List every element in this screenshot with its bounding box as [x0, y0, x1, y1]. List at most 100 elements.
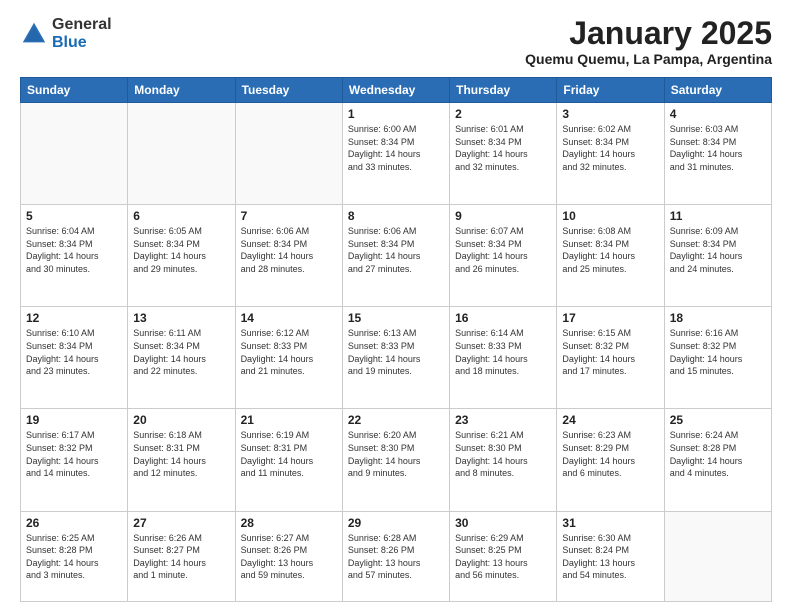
day-info-3-6: Sunrise: 6:24 AMSunset: 8:28 PMDaylight:…: [670, 429, 766, 479]
day-number-1-4: 9: [455, 209, 551, 223]
page: General Blue January 2025 Quemu Quemu, L…: [0, 0, 792, 612]
day-number-2-6: 18: [670, 311, 766, 325]
day-number-3-6: 25: [670, 413, 766, 427]
calendar-cell-3-5: 24 Sunrise: 6:23 AMSunset: 8:29 PMDayligh…: [557, 409, 664, 511]
day-number-1-1: 6: [133, 209, 229, 223]
day-number-1-0: 5: [26, 209, 122, 223]
calendar-cell-3-2: 21Sunrise: 6:19 AMSunset: 8:31 PMDayligh…: [235, 409, 342, 511]
calendar-cell-2-1: 13 Sunrise: 6:11 AMSunset: 8:34 PMDayligh…: [128, 307, 235, 409]
day-info-4-3: Sunrise: 6:28 AMSunset: 8:26 PMDaylight:…: [348, 532, 444, 582]
day-number-2-0: 12: [26, 311, 122, 325]
day-info-3-1: Sunrise: 6:18 AMSunset: 8:31 PMDaylight:…: [133, 429, 229, 479]
day-info-4-1: Sunrise: 6:26 AMSunset: 8:27 PMDaylight:…: [133, 532, 229, 582]
calendar-cell-0-4: 2 Sunrise: 6:01 AMSunset: 8:34 PMDaylight…: [450, 103, 557, 205]
calendar-cell-2-0: 12 Sunrise: 6:10 AMSunset: 8:34 PMDayligh…: [21, 307, 128, 409]
day-number-3-5: 24: [562, 413, 658, 427]
header-saturday: Saturday: [664, 78, 771, 103]
day-number-0-3: 1: [348, 107, 444, 121]
month-title: January 2025: [525, 16, 772, 51]
day-number-3-3: 22: [348, 413, 444, 427]
logo-blue-text: Blue: [52, 34, 112, 52]
logo-icon: [20, 20, 48, 48]
day-info-3-3: Sunrise: 6:20 AMSunset: 8:30 PMDaylight:…: [348, 429, 444, 479]
day-info-1-5: Sunrise: 6:08 AMSunset: 8:34 PMDaylight:…: [562, 225, 658, 275]
calendar-cell-3-0: 19 Sunrise: 6:17 AMSunset: 8:32 PMDayligh…: [21, 409, 128, 511]
day-number-4-3: 29: [348, 516, 444, 530]
calendar-cell-3-4: 23Sunrise: 6:21 AMSunset: 8:30 PMDayligh…: [450, 409, 557, 511]
week-row-0: 1Sunrise: 6:00 AMSunset: 8:34 PMDaylight…: [21, 103, 772, 205]
header-wednesday: Wednesday: [342, 78, 449, 103]
day-info-0-4: Sunrise: 6:01 AMSunset: 8:34 PMDaylight:…: [455, 123, 551, 173]
calendar-cell-1-3: 8Sunrise: 6:06 AMSunset: 8:34 PMDaylight…: [342, 205, 449, 307]
day-number-1-5: 10: [562, 209, 658, 223]
day-number-3-1: 20: [133, 413, 229, 427]
week-row-3: 19 Sunrise: 6:17 AMSunset: 8:32 PMDayligh…: [21, 409, 772, 511]
calendar-cell-4-4: 30 Sunrise: 6:29 AMSunset: 8:25 PMDayligh…: [450, 511, 557, 602]
day-number-4-5: 31: [562, 516, 658, 530]
header: General Blue January 2025 Quemu Quemu, L…: [20, 16, 772, 67]
calendar-cell-3-1: 20 Sunrise: 6:18 AMSunset: 8:31 PMDayligh…: [128, 409, 235, 511]
calendar-cell-4-0: 26Sunrise: 6:25 AMSunset: 8:28 PMDayligh…: [21, 511, 128, 602]
header-friday: Friday: [557, 78, 664, 103]
day-info-4-4: Sunrise: 6:29 AMSunset: 8:25 PMDaylight:…: [455, 532, 551, 582]
day-number-4-1: 27: [133, 516, 229, 530]
day-number-3-4: 23: [455, 413, 551, 427]
weekday-header-row: Sunday Monday Tuesday Wednesday Thursday…: [21, 78, 772, 103]
day-number-4-2: 28: [241, 516, 337, 530]
week-row-4: 26Sunrise: 6:25 AMSunset: 8:28 PMDayligh…: [21, 511, 772, 602]
calendar-cell-2-5: 17 Sunrise: 6:15 AMSunset: 8:32 PMDayligh…: [557, 307, 664, 409]
day-number-2-2: 14: [241, 311, 337, 325]
day-info-3-0: Sunrise: 6:17 AMSunset: 8:32 PMDaylight:…: [26, 429, 122, 479]
day-number-4-0: 26: [26, 516, 122, 530]
day-number-3-0: 19: [26, 413, 122, 427]
day-number-0-6: 4: [670, 107, 766, 121]
day-number-2-4: 16: [455, 311, 551, 325]
calendar-cell-1-4: 9 Sunrise: 6:07 AMSunset: 8:34 PMDaylight…: [450, 205, 557, 307]
day-number-1-3: 8: [348, 209, 444, 223]
day-info-1-0: Sunrise: 6:04 AMSunset: 8:34 PMDaylight:…: [26, 225, 122, 275]
calendar-cell-1-6: 11Sunrise: 6:09 AMSunset: 8:34 PMDayligh…: [664, 205, 771, 307]
calendar-cell-1-5: 10 Sunrise: 6:08 AMSunset: 8:34 PMDayligh…: [557, 205, 664, 307]
calendar-cell-0-2: [235, 103, 342, 205]
day-info-3-5: Sunrise: 6:23 AMSunset: 8:29 PMDaylight:…: [562, 429, 658, 479]
logo: General Blue: [20, 16, 112, 51]
calendar-cell-2-4: 16Sunrise: 6:14 AMSunset: 8:33 PMDayligh…: [450, 307, 557, 409]
day-info-1-2: Sunrise: 6:06 AMSunset: 8:34 PMDaylight:…: [241, 225, 337, 275]
day-number-0-5: 3: [562, 107, 658, 121]
title-block: January 2025 Quemu Quemu, La Pampa, Arge…: [525, 16, 772, 67]
day-info-2-0: Sunrise: 6:10 AMSunset: 8:34 PMDaylight:…: [26, 327, 122, 377]
day-info-2-6: Sunrise: 6:16 AMSunset: 8:32 PMDaylight:…: [670, 327, 766, 377]
header-thursday: Thursday: [450, 78, 557, 103]
calendar-cell-4-5: 31Sunrise: 6:30 AMSunset: 8:24 PMDayligh…: [557, 511, 664, 602]
week-row-1: 5 Sunrise: 6:04 AMSunset: 8:34 PMDaylight…: [21, 205, 772, 307]
header-monday: Monday: [128, 78, 235, 103]
calendar-cell-1-2: 7Sunrise: 6:06 AMSunset: 8:34 PMDaylight…: [235, 205, 342, 307]
calendar-cell-4-6: [664, 511, 771, 602]
day-info-0-5: Sunrise: 6:02 AMSunset: 8:34 PMDaylight:…: [562, 123, 658, 173]
calendar-cell-2-2: 14 Sunrise: 6:12 AMSunset: 8:33 PMDayligh…: [235, 307, 342, 409]
calendar-cell-2-3: 15Sunrise: 6:13 AMSunset: 8:33 PMDayligh…: [342, 307, 449, 409]
day-info-1-6: Sunrise: 6:09 AMSunset: 8:34 PMDaylight:…: [670, 225, 766, 275]
day-info-2-5: Sunrise: 6:15 AMSunset: 8:32 PMDaylight:…: [562, 327, 658, 377]
day-info-1-1: Sunrise: 6:05 AMSunset: 8:34 PMDaylight:…: [133, 225, 229, 275]
day-info-2-3: Sunrise: 6:13 AMSunset: 8:33 PMDaylight:…: [348, 327, 444, 377]
calendar-cell-4-3: 29 Sunrise: 6:28 AMSunset: 8:26 PMDayligh…: [342, 511, 449, 602]
calendar-cell-0-3: 1Sunrise: 6:00 AMSunset: 8:34 PMDaylight…: [342, 103, 449, 205]
calendar-cell-0-1: [128, 103, 235, 205]
day-info-2-2: Sunrise: 6:12 AMSunset: 8:33 PMDaylight:…: [241, 327, 337, 377]
calendar-cell-1-1: 6 Sunrise: 6:05 AMSunset: 8:34 PMDaylight…: [128, 205, 235, 307]
day-number-4-4: 30: [455, 516, 551, 530]
day-info-1-4: Sunrise: 6:07 AMSunset: 8:34 PMDaylight:…: [455, 225, 551, 275]
day-number-0-4: 2: [455, 107, 551, 121]
day-number-3-2: 21: [241, 413, 337, 427]
day-info-4-2: Sunrise: 6:27 AMSunset: 8:26 PMDaylight:…: [241, 532, 337, 582]
calendar-cell-0-0: [21, 103, 128, 205]
calendar-cell-0-5: 3 Sunrise: 6:02 AMSunset: 8:34 PMDaylight…: [557, 103, 664, 205]
calendar-table: Sunday Monday Tuesday Wednesday Thursday…: [20, 77, 772, 602]
week-row-2: 12 Sunrise: 6:10 AMSunset: 8:34 PMDayligh…: [21, 307, 772, 409]
logo-text: General Blue: [52, 16, 112, 51]
day-number-2-1: 13: [133, 311, 229, 325]
day-info-2-1: Sunrise: 6:11 AMSunset: 8:34 PMDaylight:…: [133, 327, 229, 377]
day-number-2-5: 17: [562, 311, 658, 325]
header-sunday: Sunday: [21, 78, 128, 103]
